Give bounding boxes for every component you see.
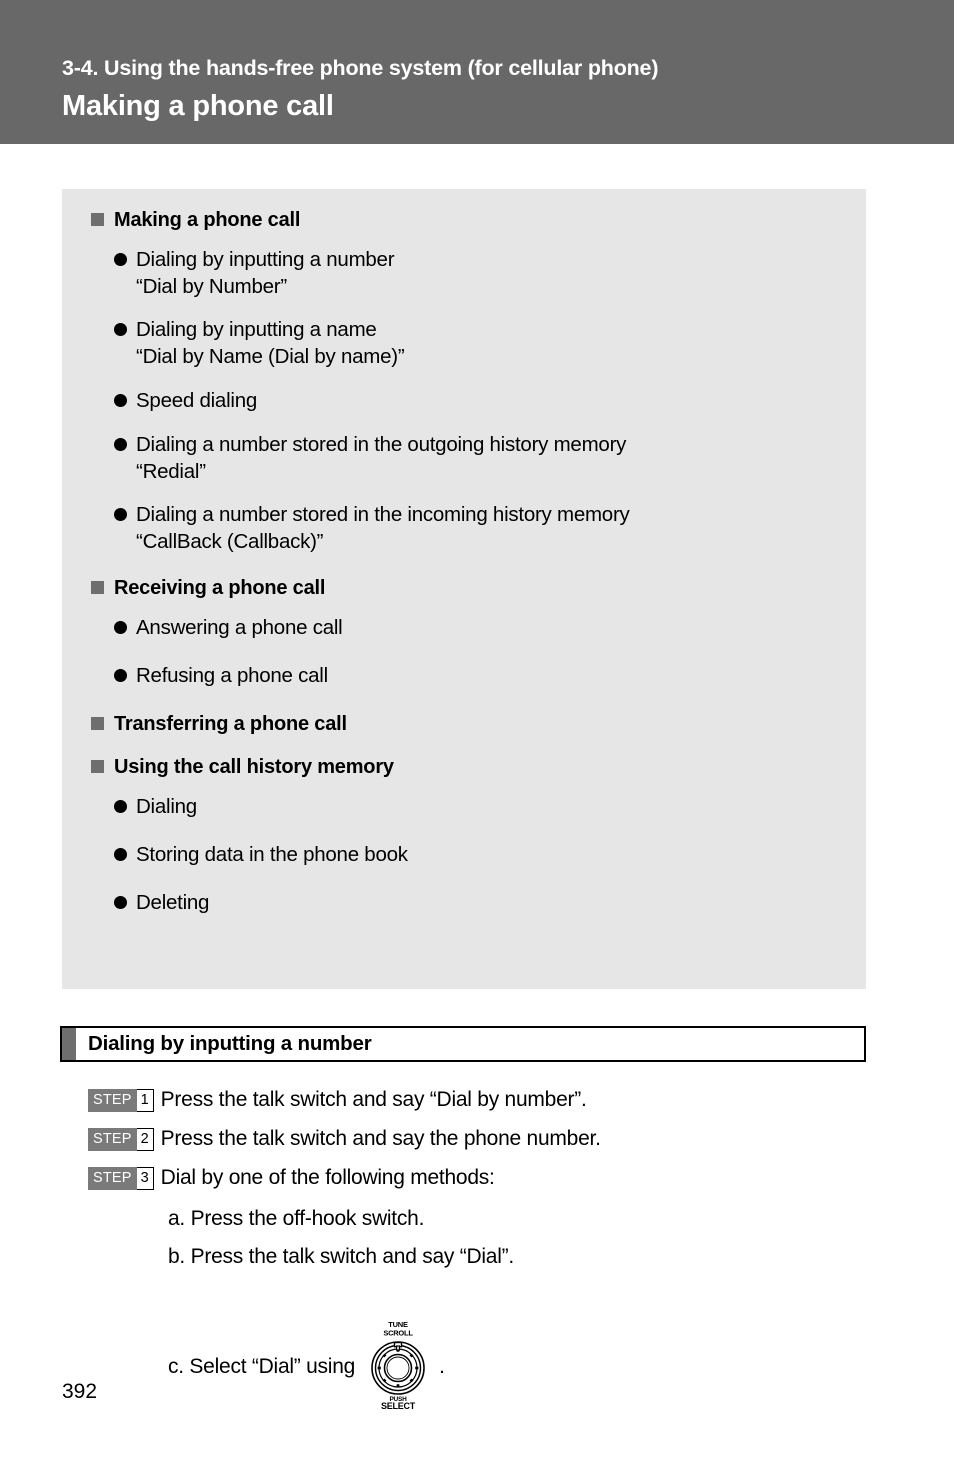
dot-bullet-icon	[114, 848, 127, 861]
overview-group-heading-label: Using the call history memory	[114, 756, 394, 778]
square-bullet-icon	[91, 213, 104, 226]
dot-bullet-icon	[114, 253, 127, 266]
overview-item-label: Dialing by inputting a number	[136, 248, 395, 271]
overview-item-label: Speed dialing	[136, 389, 257, 412]
step-badge-number: 2	[136, 1128, 154, 1151]
overview-list-item: Dialing a number stored in the incoming …	[62, 501, 866, 555]
substep-c: c. Select “Dial” using TUNE SCROLL PUSH …	[168, 1318, 868, 1416]
section-marker-tab	[62, 1028, 76, 1060]
dot-bullet-icon	[114, 323, 127, 336]
step-text: Press the talk switch and say the phone …	[160, 1127, 601, 1150]
overview-group-heading-label: Transferring a phone call	[114, 713, 347, 735]
overview-list-item: Dialing by inputting a number “Dial by N…	[62, 246, 866, 300]
overview-group-heading: Transferring a phone call	[62, 711, 866, 737]
overview-list-item: Answering a phone call	[62, 614, 866, 641]
substep-c-text: c. Select “Dial” using	[168, 1355, 356, 1378]
overview-list-item: Dialing by inputting a name “Dial by Nam…	[62, 316, 866, 370]
overview-item-label: Storing data in the phone book	[136, 843, 408, 866]
square-bullet-icon	[91, 717, 104, 730]
step-text: Dial by one of the following methods:	[160, 1166, 495, 1189]
overview-item-label: Refusing a phone call	[136, 664, 328, 687]
overview-list-item: Refusing a phone call	[62, 662, 866, 689]
overview-list-item: Dialing	[62, 793, 866, 820]
substep-a: a. Press the off-hook switch.	[168, 1207, 425, 1230]
square-bullet-icon	[91, 581, 104, 594]
step-badge: STEP 2	[88, 1128, 154, 1151]
step-row: STEP 3 Dial by one of the following meth…	[88, 1162, 888, 1193]
page-number: 392	[62, 1380, 98, 1403]
substep-list: a. Press the off-hook switch. b. Press t…	[168, 1200, 868, 1416]
overview-list-item: Dialing a number stored in the outgoing …	[62, 431, 866, 485]
step-row: STEP 2 Press the talk switch and say the…	[88, 1123, 888, 1154]
overview-group-heading-label: Making a phone call	[114, 209, 301, 231]
overview-list-item: Storing data in the phone book	[62, 841, 866, 868]
overview-group: Making a phone call Dialing by inputting…	[62, 189, 866, 555]
overview-item-label: Dialing by inputting a name	[136, 318, 377, 341]
dot-bullet-icon	[114, 508, 127, 521]
step-list: STEP 1 Press the talk switch and say “Di…	[88, 1084, 888, 1201]
step-row: STEP 1 Press the talk switch and say “Di…	[88, 1084, 888, 1115]
step-badge: STEP 1	[88, 1089, 154, 1112]
overview-item-subtext: “Dial by Name (Dial by name)”	[136, 345, 405, 368]
overview-group-heading-label: Receiving a phone call	[114, 577, 326, 599]
page-title: Making a phone call	[62, 90, 334, 122]
dot-bullet-icon	[114, 621, 127, 634]
step-badge-label: STEP	[88, 1089, 137, 1112]
dot-bullet-icon	[114, 394, 127, 407]
page-header-band: 3-4. Using the hands-free phone system (…	[0, 0, 954, 144]
knob-svg: TUNE SCROLL PUSH SELECT	[371, 1320, 425, 1411]
overview-item-label: Dialing a number stored in the outgoing …	[136, 433, 627, 456]
svg-text:SCROLL: SCROLL	[383, 1329, 413, 1338]
step-badge-label: STEP	[88, 1167, 137, 1190]
overview-item-subtext: “Dial by Number”	[136, 275, 287, 298]
overview-group-heading: Using the call history memory	[62, 754, 866, 780]
step-badge: STEP 3	[88, 1167, 154, 1190]
overview-group: Using the call history memory Dialing St…	[62, 754, 866, 916]
step-badge-number: 1	[136, 1089, 154, 1112]
overview-group: Transferring a phone call	[62, 711, 866, 737]
step-badge-number: 3	[136, 1167, 154, 1190]
overview-list-item: Deleting	[62, 889, 866, 916]
overview-item-label: Dialing a number stored in the incoming …	[136, 503, 630, 526]
substep-b: b. Press the talk switch and say “Dial”.	[168, 1245, 514, 1268]
overview-list-item: Speed dialing	[62, 387, 866, 414]
tune-scroll-knob-icon: TUNE SCROLL PUSH SELECT	[363, 1318, 433, 1416]
substep-c-period: .	[439, 1355, 445, 1378]
overview-group: Receiving a phone call Answering a phone…	[62, 575, 866, 689]
dot-bullet-icon	[114, 438, 127, 451]
section-title: Dialing by inputting a number	[88, 1031, 372, 1055]
step-badge-label: STEP	[88, 1128, 137, 1151]
square-bullet-icon	[91, 760, 104, 773]
dot-bullet-icon	[114, 896, 127, 909]
overview-item-label: Deleting	[136, 891, 210, 914]
svg-text:SELECT: SELECT	[381, 1401, 416, 1410]
dot-bullet-icon	[114, 800, 127, 813]
section-header-bar: Dialing by inputting a number	[60, 1026, 866, 1062]
overview-group-heading: Receiving a phone call	[62, 575, 866, 601]
overview-item-label: Dialing	[136, 795, 197, 818]
overview-item-label: Answering a phone call	[136, 616, 343, 639]
overview-group-heading: Making a phone call	[62, 207, 866, 233]
chapter-heading: 3-4. Using the hands-free phone system (…	[62, 56, 659, 80]
overview-panel: Making a phone call Dialing by inputting…	[62, 189, 866, 989]
dot-bullet-icon	[114, 669, 127, 682]
overview-item-subtext: “CallBack (Callback)”	[136, 530, 324, 553]
step-text: Press the talk switch and say “Dial by n…	[160, 1088, 587, 1111]
overview-item-subtext: “Redial”	[136, 460, 206, 483]
